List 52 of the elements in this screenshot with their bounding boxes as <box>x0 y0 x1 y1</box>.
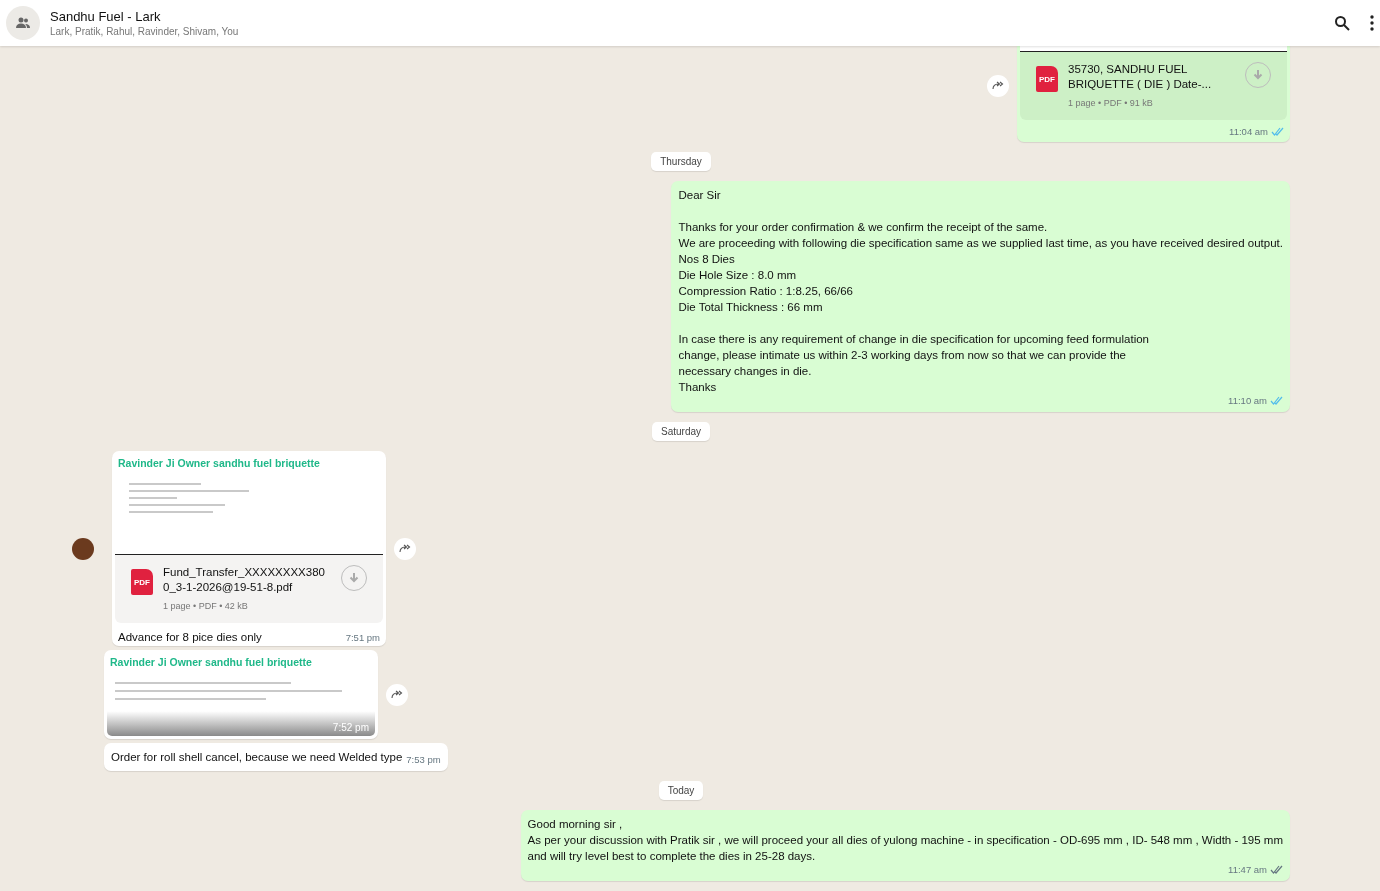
message-text: We are proceeding with following die specification same as we supplied last time, as you have received desired output. <box>678 236 1283 251</box>
message-time: 11:47 am <box>1228 864 1283 875</box>
message-time: 11:04 am <box>1229 126 1284 137</box>
message-text: Advance for 8 pice dies only <box>118 631 262 643</box>
file-meta: 1 page • PDF • 42 kB <box>163 601 249 611</box>
message-text: Compression Ratio : 1:8.25, 66/66 <box>678 284 854 299</box>
search-icon[interactable] <box>1334 15 1350 31</box>
message-text: As per your discussion with Pratik sir , we will proceed your all dies of yulong machine - in specification - OD-695 mm , ID- 548 mm , Width - 195 mm <box>527 833 1283 848</box>
double-check-icon <box>1270 396 1283 405</box>
message-text: Thanks <box>678 380 718 395</box>
pdf-icon: PDF <box>1036 66 1058 92</box>
date-divider: Saturday <box>652 422 710 441</box>
message-text: Good morning sir , <box>527 817 624 832</box>
download-icon <box>349 572 359 584</box>
forward-button[interactable] <box>987 74 1009 97</box>
message-text: Order for roll shell cancel, because we need Welded type <box>111 750 403 765</box>
forward-button[interactable] <box>394 537 416 560</box>
double-check-icon <box>1270 865 1283 874</box>
message-text: and will try level best to complete the dies in 25-28 days. <box>527 849 817 864</box>
message-time: 7:53 pm <box>406 754 441 765</box>
download-icon <box>1253 69 1263 81</box>
message-time: 7:52 pm <box>332 722 369 733</box>
message-text: necessary changes in die. <box>678 364 813 379</box>
message-text: change, please intimate us within 2-3 working days from now so that we can provide the <box>678 348 1127 363</box>
forward-icon <box>992 81 1004 90</box>
file-name: Fund_Transfer_XXXXXXXX3800_3-1-2026@19-51-8.pdf <box>163 565 326 595</box>
file-name: 35730, SANDHU FUEL BRIQUETTE ( DIE ) Date-... <box>1068 62 1213 92</box>
date-divider: Today <box>658 781 704 800</box>
group-avatar-icon <box>6 6 40 40</box>
message-time: 11:10 am <box>1228 395 1283 406</box>
chat-title: Sandhu Fuel - Lark <box>50 9 162 24</box>
sender-name: Ravinder Ji Owner sandhu fuel briquette <box>117 456 321 471</box>
forward-icon <box>391 690 403 699</box>
message-text: Thanks for your order confirmation & we confirm the receipt of the same. <box>678 220 1049 235</box>
message-text: Die Total Thickness : 66 mm <box>678 300 824 315</box>
document-card[interactable]: PDF 35730, SANDHU FUEL BRIQUETTE ( DIE ) Date-... 1 page • PDF • 91 kB <box>1020 52 1287 120</box>
menu-icon[interactable] <box>1370 15 1374 31</box>
message-text: In case there is any requirement of change in die specification for upcoming feed formulation <box>678 332 1150 347</box>
document-card[interactable]: PDF Fund_Transfer_XXXXXXXX3800_3-1-2026@19-51-8.pdf 1 page • PDF • 42 kB <box>115 555 383 623</box>
forward-icon <box>399 544 411 553</box>
message-time: 7:51 pm <box>345 632 380 643</box>
forward-button[interactable] <box>386 683 408 706</box>
file-meta: 1 page • PDF • 91 kB <box>1068 98 1154 108</box>
message-text: Dear Sir <box>678 188 722 203</box>
message-text: Die Hole Size : 8.0 mm <box>678 268 798 283</box>
chat-participants: Lark, Pratik, Rahul, Ravinder, Shivam, You <box>50 26 240 37</box>
double-check-icon <box>1271 127 1284 136</box>
avatar <box>72 537 94 560</box>
pdf-icon: PDF <box>131 569 153 595</box>
date-divider: Thursday <box>651 152 711 171</box>
message-text: Nos 8 Dies <box>678 252 736 267</box>
sender-name: Ravinder Ji Owner sandhu fuel briquette <box>109 655 313 670</box>
